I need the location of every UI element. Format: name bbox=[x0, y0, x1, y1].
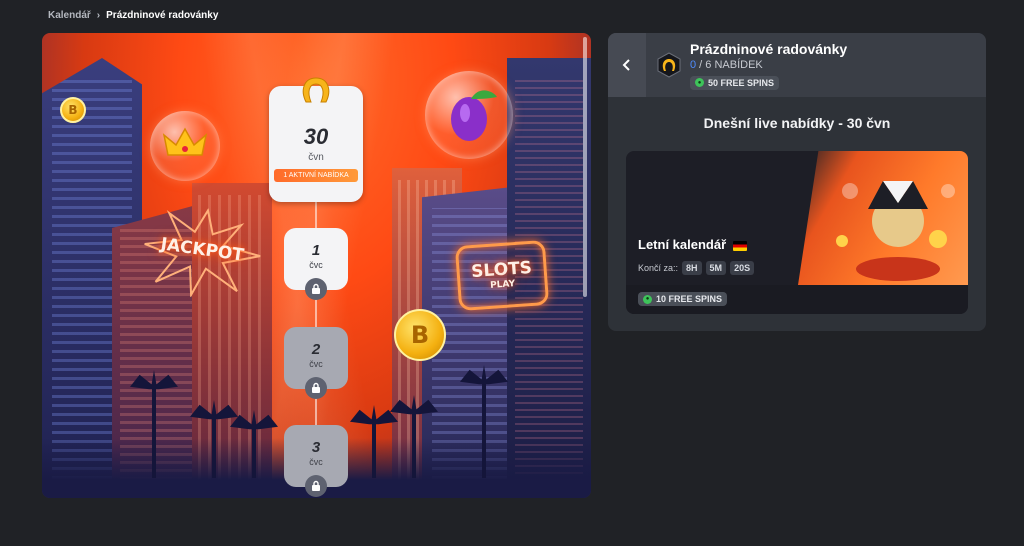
reward-badge: ● 50 FREE SPINS bbox=[690, 75, 780, 90]
offers-progress: 0 / 6 NABÍDEK bbox=[690, 59, 847, 71]
slots-neon-sign: SLOTS PLAY bbox=[454, 239, 550, 312]
lock-icon bbox=[305, 475, 327, 497]
chevron-left-icon bbox=[622, 59, 630, 71]
palm-tree-icon bbox=[412, 413, 416, 478]
chevron-right-icon: › bbox=[96, 10, 101, 21]
plum-icon bbox=[451, 90, 497, 141]
back-button[interactable] bbox=[608, 33, 646, 97]
breadcrumb-current: Prázdninové radovánky bbox=[106, 10, 219, 21]
offer-reward-label: 10 FREE SPINS bbox=[656, 294, 723, 304]
lock-icon bbox=[305, 377, 327, 399]
germany-flag-icon bbox=[732, 240, 747, 251]
palm-tree-icon bbox=[482, 383, 486, 478]
countdown-label: Končí za:: bbox=[638, 263, 679, 273]
countdown-hours: 8H bbox=[682, 261, 702, 275]
offers-total: / 6 NABÍDEK bbox=[696, 58, 763, 71]
offer-title: Letní kalendář bbox=[638, 237, 747, 252]
horseshoe-logo-icon bbox=[657, 52, 681, 78]
calendar-day-locked[interactable]: 2 čvc bbox=[284, 327, 348, 399]
coin-icon: B bbox=[394, 309, 446, 361]
spin-icon: ● bbox=[695, 78, 704, 87]
horseshoe-icon bbox=[302, 77, 330, 103]
promo-header: Prázdninové radovánky 0 / 6 NABÍDEK ● 50… bbox=[608, 33, 986, 97]
day-month: čvc bbox=[309, 359, 323, 369]
promo-panel: Prázdninové radovánky 0 / 6 NABÍDEK ● 50… bbox=[608, 33, 986, 331]
calendar-day-locked[interactable]: 1 čvc bbox=[284, 228, 348, 300]
day-month: čvc bbox=[309, 457, 323, 467]
offer-footer: ● 10 FREE SPINS bbox=[626, 285, 968, 314]
breadcrumb: Kalendář › Prázdninové radovánky bbox=[48, 10, 218, 21]
coin-icon: B bbox=[60, 97, 86, 123]
palm-tree-icon bbox=[252, 428, 256, 478]
slots-sign-text: SLOTS bbox=[470, 257, 533, 282]
palm-tree-icon bbox=[212, 418, 216, 478]
scrollbar[interactable] bbox=[583, 37, 587, 297]
section-title: Dnešní live nabídky - 30 čvn bbox=[703, 115, 891, 131]
day-number: 2 bbox=[311, 341, 321, 358]
calendar-day-locked[interactable]: 3 čvc bbox=[284, 425, 348, 497]
reward-label: 50 FREE SPINS bbox=[708, 77, 775, 88]
offer-reward-badge: ● 10 FREE SPINS bbox=[638, 292, 728, 306]
offer-card[interactable]: Letní kalendář Končí za:: 8H 5M 20S ● 10… bbox=[626, 151, 968, 314]
day-number: 30 bbox=[303, 124, 329, 149]
crown-bubble bbox=[150, 111, 220, 181]
plum-bubble bbox=[425, 71, 513, 159]
crown-icon bbox=[162, 127, 208, 156]
offer-title-text: Letní kalendář bbox=[638, 237, 727, 252]
day-month: čvc bbox=[309, 260, 323, 270]
day-month: čvn bbox=[308, 152, 324, 163]
promo-title: Prázdninové radovánky bbox=[690, 40, 848, 57]
offer-countdown: Končí za:: 8H 5M 20S bbox=[638, 261, 755, 275]
active-offer-badge: 1 AKTIVNÍ NABÍDKA bbox=[274, 169, 358, 182]
day-number: 3 bbox=[311, 439, 321, 456]
offer-banner-image bbox=[798, 151, 968, 285]
jackpot-neon-sign: JACKPOT bbox=[136, 200, 267, 306]
countdown-seconds: 20S bbox=[730, 261, 755, 275]
breadcrumb-link-calendar[interactable]: Kalendář bbox=[48, 10, 91, 21]
day-number: 1 bbox=[311, 242, 321, 259]
spin-icon: ● bbox=[643, 294, 652, 304]
palm-tree-icon bbox=[372, 423, 376, 478]
countdown-minutes: 5M bbox=[705, 261, 727, 275]
lock-icon bbox=[305, 278, 327, 300]
palm-tree-icon bbox=[152, 388, 156, 478]
